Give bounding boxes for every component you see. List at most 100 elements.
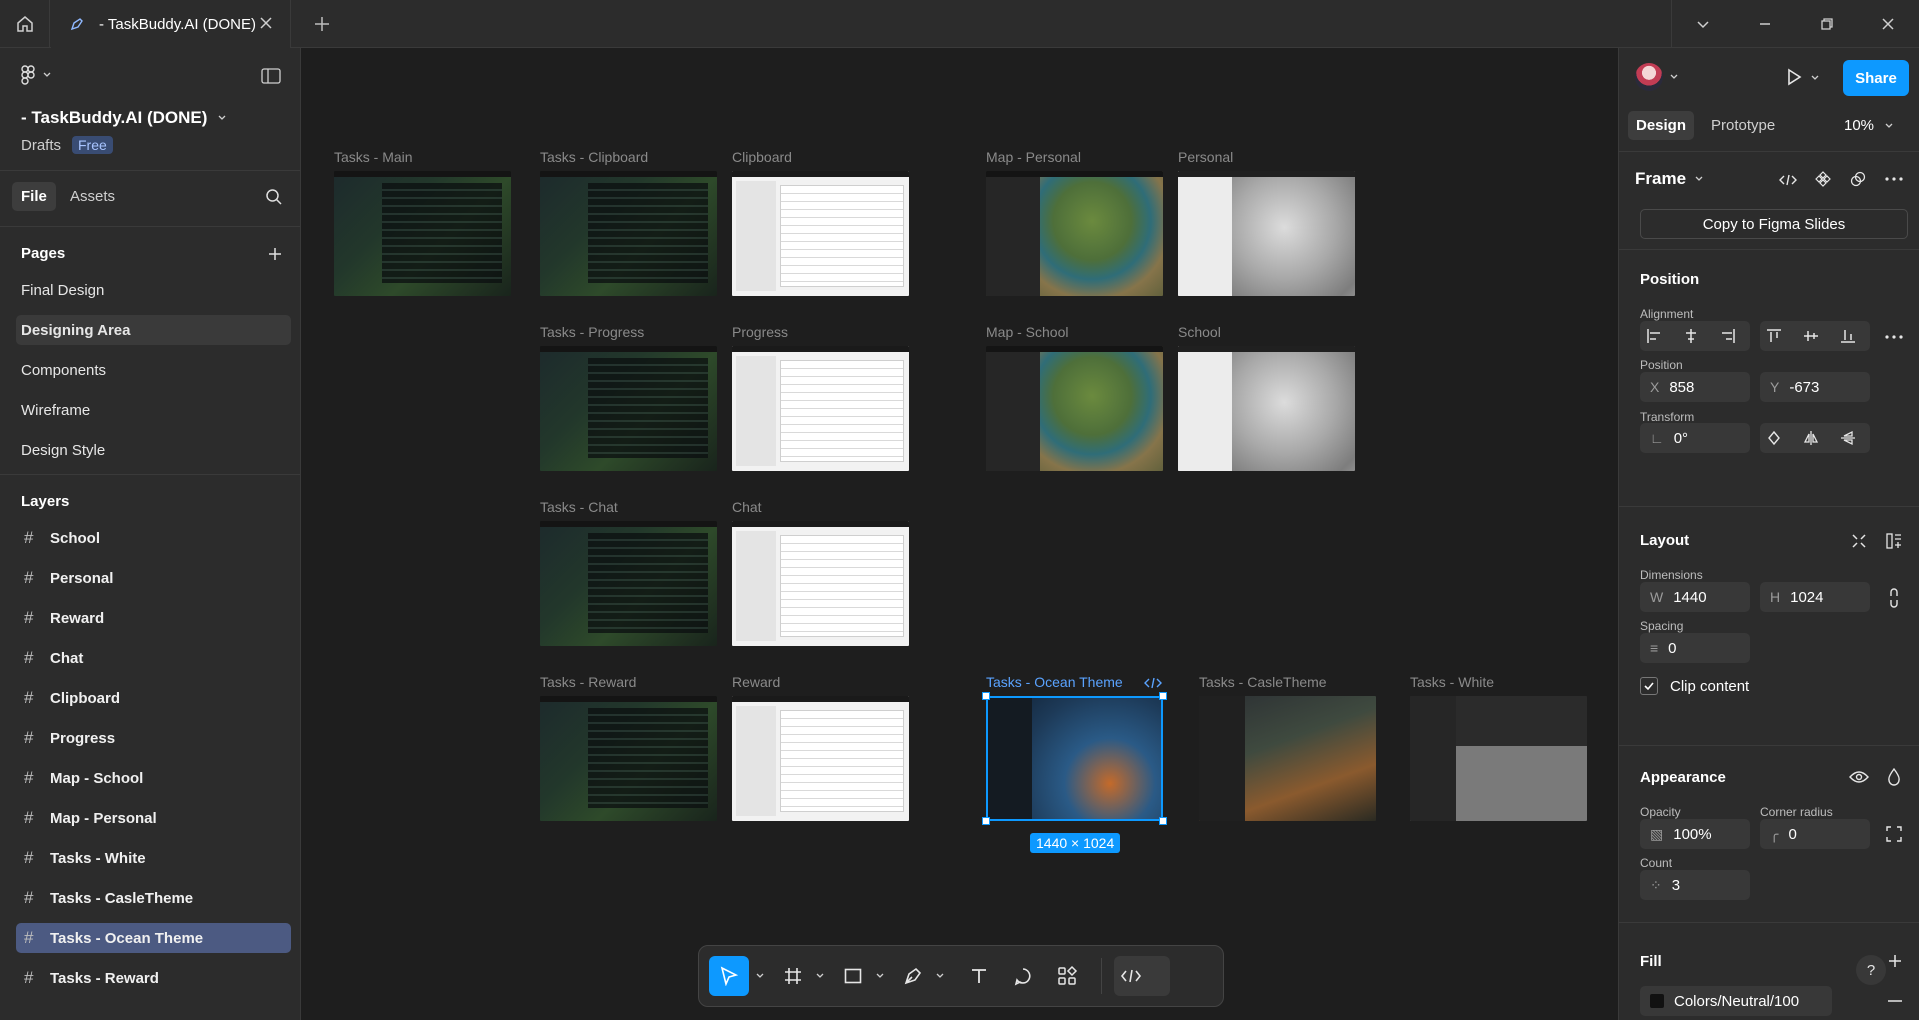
main-menu-button[interactable] xyxy=(20,65,52,85)
layer-item[interactable]: # Chat xyxy=(16,643,291,673)
chevron-down-icon[interactable] xyxy=(815,971,825,981)
frame-label[interactable]: Map - Personal xyxy=(986,149,1081,165)
layer-item-selected[interactable]: # Tasks - Ocean Theme xyxy=(16,923,291,953)
resize-handle[interactable] xyxy=(1159,817,1167,825)
auto-layout-icon[interactable] xyxy=(1886,533,1902,549)
frame-label[interactable]: Map - School xyxy=(986,324,1068,340)
frame-type-dropdown[interactable]: Frame xyxy=(1635,169,1704,189)
copy-to-slides-button[interactable]: Copy to Figma Slides xyxy=(1640,209,1908,239)
layer-item[interactable]: # Tasks - Reward xyxy=(16,963,291,993)
frame-thumbnail[interactable] xyxy=(986,171,1163,296)
width-field[interactable]: W 1440 xyxy=(1640,582,1750,612)
close-tab-icon[interactable] xyxy=(258,15,274,31)
page-item[interactable]: Components xyxy=(16,355,291,385)
frame-label[interactable]: Personal xyxy=(1178,149,1233,165)
frame-thumbnail[interactable] xyxy=(1199,696,1376,821)
align-bottom-icon[interactable] xyxy=(1840,328,1856,344)
frame-thumbnail[interactable] xyxy=(540,696,717,821)
tab-file[interactable]: File xyxy=(12,182,56,211)
frame-label[interactable]: School xyxy=(1178,324,1221,340)
file-name-menu[interactable]: - TaskBuddy.AI (DONE) xyxy=(21,108,227,128)
page-item[interactable]: Final Design xyxy=(16,275,291,305)
frame-label[interactable]: Chat xyxy=(732,499,762,515)
tab-prototype[interactable]: Prototype xyxy=(1711,117,1775,134)
search-icon[interactable] xyxy=(265,188,283,206)
frame-label[interactable]: Tasks - Main xyxy=(334,149,413,165)
page-item[interactable]: Design Style xyxy=(16,435,291,465)
resize-handle[interactable] xyxy=(982,817,990,825)
opacity-field[interactable]: ▧ 100% xyxy=(1640,819,1750,849)
chevron-down-icon[interactable] xyxy=(1810,73,1820,83)
chevron-down-icon[interactable] xyxy=(935,971,945,981)
y-position-field[interactable]: Y -673 xyxy=(1760,372,1870,402)
resize-handle[interactable] xyxy=(982,692,990,700)
tab-assets[interactable]: Assets xyxy=(70,188,115,205)
layer-item[interactable]: # Map - School xyxy=(16,763,291,793)
zoom-dropdown[interactable]: 10% xyxy=(1844,117,1894,134)
more-icon[interactable] xyxy=(1885,335,1903,339)
frame-thumbnail[interactable] xyxy=(986,346,1163,471)
frame-thumbnail[interactable] xyxy=(1178,346,1355,471)
clip-content-checkbox[interactable]: Clip content xyxy=(1640,677,1749,695)
blend-mode-icon[interactable] xyxy=(1887,768,1901,786)
help-button[interactable]: ? xyxy=(1856,955,1886,985)
close-window-button[interactable] xyxy=(1857,0,1919,48)
layer-item[interactable]: # Progress xyxy=(16,723,291,753)
shape-tool-button[interactable] xyxy=(837,956,869,996)
chevron-down-icon[interactable] xyxy=(755,971,765,981)
play-icon[interactable] xyxy=(1785,68,1803,86)
frame-label[interactable]: Progress xyxy=(732,324,788,340)
frame-label[interactable]: Tasks - Progress xyxy=(540,324,644,340)
align-left-icon[interactable] xyxy=(1646,328,1662,344)
independent-corners-icon[interactable] xyxy=(1886,826,1902,842)
rotate-icon[interactable] xyxy=(1766,430,1782,446)
code-icon[interactable] xyxy=(1144,676,1162,690)
frame-label-selected[interactable]: Tasks - Ocean Theme xyxy=(986,674,1123,690)
resize-handle[interactable] xyxy=(1159,692,1167,700)
page-item[interactable]: Wireframe xyxy=(16,395,291,425)
pen-tool-button[interactable] xyxy=(897,956,929,996)
frame-label[interactable]: Tasks - Chat xyxy=(540,499,618,515)
spacing-field[interactable]: ≡ 0 xyxy=(1640,633,1750,663)
frame-thumbnail[interactable] xyxy=(334,171,511,296)
file-tab[interactable]: - TaskBuddy.AI (DONE) xyxy=(51,0,291,48)
layer-item[interactable]: # Map - Personal xyxy=(16,803,291,833)
minimize-button[interactable] xyxy=(1734,0,1796,48)
add-fill-icon[interactable] xyxy=(1887,953,1903,969)
align-center-h-icon[interactable] xyxy=(1683,328,1699,344)
flip-vertical-icon[interactable] xyxy=(1840,430,1856,446)
frame-thumbnail[interactable] xyxy=(732,171,909,296)
new-tab-icon[interactable] xyxy=(312,14,332,34)
restore-button[interactable] xyxy=(1796,0,1858,48)
dev-mode-toggle[interactable] xyxy=(1114,956,1170,996)
layer-item[interactable]: # Tasks - CasleTheme xyxy=(16,883,291,913)
flip-horizontal-icon[interactable] xyxy=(1803,430,1819,446)
tabs-dropdown-button[interactable] xyxy=(1672,0,1734,48)
frame-label[interactable]: Tasks - CasleTheme xyxy=(1199,674,1327,690)
drafts-link[interactable]: Drafts xyxy=(21,137,61,154)
chevron-down-icon[interactable] xyxy=(875,971,885,981)
page-item-selected[interactable]: Designing Area xyxy=(16,315,291,345)
code-icon[interactable] xyxy=(1779,173,1797,187)
share-button[interactable]: Share xyxy=(1843,60,1909,96)
count-field[interactable]: ⁘ 3 xyxy=(1640,870,1750,900)
toggle-sidebar-icon[interactable] xyxy=(261,68,281,84)
x-position-field[interactable]: X 858 xyxy=(1640,372,1750,402)
frame-thumbnail[interactable] xyxy=(540,171,717,296)
layer-item[interactable]: # Clipboard xyxy=(16,683,291,713)
add-page-icon[interactable] xyxy=(267,246,283,262)
layer-item[interactable]: # Personal xyxy=(16,563,291,593)
fill-style-field[interactable]: Colors/Neutral/100 xyxy=(1640,986,1832,1016)
layer-item[interactable]: # Tasks - White xyxy=(16,843,291,873)
align-middle-icon[interactable] xyxy=(1803,328,1819,344)
height-field[interactable]: H 1024 xyxy=(1760,582,1870,612)
eye-icon[interactable] xyxy=(1849,770,1869,784)
component-icon[interactable] xyxy=(1815,171,1831,187)
constrain-proportions-icon[interactable] xyxy=(1888,588,1900,608)
collapse-icon[interactable] xyxy=(1851,533,1867,549)
canvas[interactable]: Tasks - Main Tasks - Clipboard Clipboard… xyxy=(302,48,1618,1020)
frame-label[interactable]: Reward xyxy=(732,674,780,690)
frame-label[interactable]: Tasks - White xyxy=(1410,674,1494,690)
frame-thumbnail[interactable] xyxy=(732,696,909,821)
comment-tool-button[interactable] xyxy=(1001,956,1045,996)
